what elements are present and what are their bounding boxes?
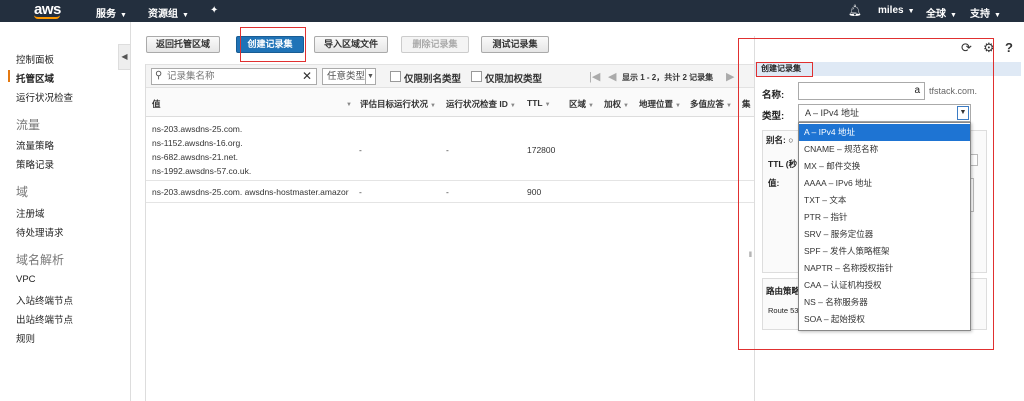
sidebar-item-hosted-zones[interactable]: 托管区域	[16, 71, 54, 85]
aws-logo-smile-icon	[34, 15, 60, 19]
sidebar-item-vpc[interactable]: VPC	[16, 274, 36, 285]
test-record-set-button[interactable]: 测试记录集	[481, 36, 549, 53]
row-value-line: ns-203.awsdns-25.com. awsdns-hostmaster.…	[152, 187, 349, 197]
column-header-health-check-id[interactable]: 运行状况检查 ID ▼	[446, 98, 516, 110]
row-divider	[146, 202, 754, 203]
column-header-ttl[interactable]: TTL ▼	[527, 98, 551, 108]
services-menu[interactable]: 服务 ▼	[96, 5, 127, 20]
row-value-line: ns-1152.awsdns-16.org.	[152, 138, 243, 148]
row-evaluate-health: -	[359, 187, 362, 197]
column-header-weight[interactable]: 加权 ▼	[604, 98, 629, 110]
row-value-line: ns-203.awsdns-25.com.	[152, 124, 243, 134]
sidebar-item-inbound-endpoints[interactable]: 入站终端节点	[16, 293, 73, 307]
column-header-evaluate-health[interactable]: 评估目标运行状况 ▼	[360, 98, 436, 110]
row-value-line: ns-1992.awsdns-57.co.uk.	[152, 166, 252, 176]
sidebar-item-policy-records[interactable]: 策略记录	[16, 157, 54, 171]
column-header-region[interactable]: 区域 ▼	[569, 98, 594, 110]
sidebar-section-resolver: 域名解析	[16, 253, 65, 267]
sort-icon: ▼	[430, 103, 436, 109]
type-filter-select[interactable]: 任意类型 ▼	[322, 68, 376, 85]
row-ttl: 172800	[527, 145, 556, 155]
chevron-down-icon: ▼	[120, 12, 127, 19]
import-zone-file-button[interactable]: 导入区域文件	[314, 36, 388, 53]
clear-icon[interactable]: ✕	[302, 69, 312, 83]
weighted-only-label: 仅限加权类型	[485, 74, 543, 85]
sidebar-item-rules[interactable]: 规则	[16, 331, 35, 345]
delete-record-set-button[interactable]: 删除记录集	[401, 36, 469, 53]
active-indicator	[8, 70, 10, 82]
row-health-check-id: -	[446, 145, 449, 155]
row-ttl: 900	[527, 187, 542, 197]
alias-only-label: 仅限别名类型	[404, 74, 462, 85]
sidebar-item-pending-requests[interactable]: 待处理请求	[16, 225, 64, 239]
chevron-down-icon: ▼	[182, 12, 189, 19]
previous-page-icon[interactable]: ◀	[608, 70, 616, 83]
chevron-down-icon: ▼	[950, 12, 957, 19]
help-icon[interactable]: ?	[1005, 40, 1013, 55]
search-icon: ⚲	[155, 70, 163, 81]
resource-groups-menu[interactable]: 资源组 ▼	[148, 5, 189, 20]
sort-icon[interactable]: ▼	[344, 98, 352, 108]
sidebar-item-health-checks[interactable]: 运行状况检查	[16, 90, 73, 104]
sort-icon: ▼	[623, 103, 629, 109]
pin-icon[interactable]: ✦	[210, 5, 218, 16]
sidebar-section-domains: 域	[16, 185, 29, 199]
chevron-down-icon: ▼	[365, 69, 375, 84]
table-left-border	[145, 64, 146, 401]
annotation-highlight-panel	[738, 38, 994, 350]
row-evaluate-health: -	[359, 145, 362, 155]
first-page-icon[interactable]: |◀	[589, 70, 600, 83]
sidebar-item-registered-domains[interactable]: 注册域	[16, 206, 45, 220]
row-divider	[146, 180, 754, 181]
search-input[interactable]	[167, 70, 297, 83]
sort-icon: ▼	[726, 103, 732, 109]
sort-icon: ▼	[509, 103, 516, 109]
record-set-search[interactable]: ⚲ ✕	[151, 68, 317, 85]
bell-icon[interactable]: 🔔︎	[848, 4, 862, 17]
sidebar-section-traffic: 流量	[16, 118, 41, 132]
support-menu[interactable]: 支持 ▼	[970, 5, 1001, 20]
chevron-down-icon: ▼	[994, 12, 1001, 19]
sort-icon: ▼	[588, 103, 594, 109]
region-menu[interactable]: 全球 ▼	[926, 5, 957, 20]
sidebar-collapse-icon[interactable]: ◀	[118, 44, 131, 70]
sidebar-item-outbound-endpoints[interactable]: 出站终端节点	[16, 312, 73, 326]
weighted-only-checkbox[interactable]	[471, 71, 482, 82]
chevron-down-icon: ▼	[907, 8, 915, 15]
filter-bar: ⚲ ✕ 任意类型 ▼ 仅限别名类型 仅限加权类型 |◀ ◀ 显示 1 - 2，共…	[146, 64, 754, 88]
column-header-multivalue[interactable]: 多值应答 ▼	[690, 98, 732, 110]
sort-icon: ▼	[544, 102, 551, 108]
column-header-geolocation[interactable]: 地理位置 ▼	[639, 98, 681, 110]
pager-text: 显示 1 - 2，共计 2 记录集	[622, 73, 714, 82]
row-health-check-id: -	[446, 187, 449, 197]
row-value-line: ns-682.awsdns-21.net.	[152, 152, 238, 162]
back-to-hosted-zones-button[interactable]: 返回托管区域	[146, 36, 220, 53]
sidebar-item-dashboard[interactable]: 控制面板	[16, 52, 54, 66]
left-sidebar: 控制面板 托管区域 运行状况检查 流量 流量策略 策略记录 域 注册域 待处理请…	[0, 22, 131, 401]
alias-only-checkbox[interactable]	[390, 71, 401, 82]
top-navigation-bar: aws 服务 ▼ 资源组 ▼ ✦ 🔔︎ miles ▼ 全球 ▼ 支持 ▼	[0, 0, 1024, 22]
sort-icon: ▼	[675, 103, 681, 109]
user-menu[interactable]: miles ▼	[878, 5, 915, 16]
next-page-icon[interactable]: ▶	[726, 70, 734, 83]
annotation-highlight-create	[240, 27, 306, 62]
column-header-value[interactable]: 值	[152, 98, 161, 110]
table-header: 值 ▼ 评估目标运行状况 ▼ 运行状况检查 ID ▼ TTL ▼ 区域 ▼ 加权 ▼ 地理…	[146, 88, 754, 117]
sidebar-item-traffic-policies[interactable]: 流量策略	[16, 138, 54, 152]
